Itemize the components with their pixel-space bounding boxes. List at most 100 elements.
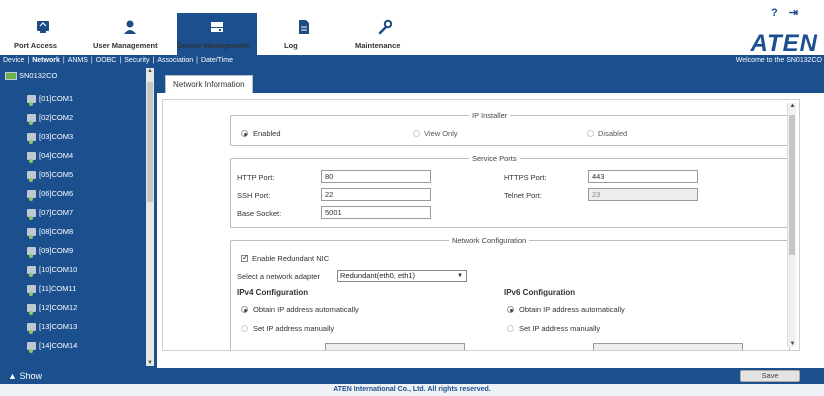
sidebar-item-com8[interactable]: [08]COM8 (27, 226, 73, 240)
ipv4-manual-radio[interactable] (241, 325, 248, 332)
enable-redundant-nic-checkbox[interactable] (241, 253, 249, 262)
network-adapter-select[interactable]: Redundant(eth0, eth1) ▼ (337, 270, 467, 282)
sidebar-item-label: [11]COM11 (39, 284, 77, 293)
main-content: Network Information IP Installer Enabled… (157, 66, 824, 368)
save-button[interactable]: Save (740, 370, 800, 382)
content-scroll-thumb[interactable] (789, 115, 795, 255)
sidebar-item-label: [13]COM13 (39, 322, 78, 331)
sidebar-item-com6[interactable]: [06]COM6 (27, 188, 73, 202)
ip-installer-disabled-label: Disabled (598, 129, 628, 138)
sidebar-item-com4[interactable]: [04]COM4 (27, 150, 73, 164)
ip-installer-enabled-label: Enabled (253, 129, 281, 138)
serial-port-icon (27, 228, 36, 240)
serial-port-icon (27, 133, 36, 145)
subnav-oobc[interactable]: OOBC (96, 57, 117, 64)
ipv6-auto-radio[interactable] (507, 306, 514, 313)
network-configuration-title: Network Configuration (452, 236, 527, 245)
sidebar-item-label: [01]COM1 (39, 94, 74, 103)
sidebar-item-com11[interactable]: [11]COM11 (27, 283, 77, 297)
sidebar-item-com7[interactable]: [07]COM7 (27, 207, 74, 221)
nav-tab-label: Device Management (177, 41, 250, 50)
top-navigation-bar: Port Access User Management Device Manag… (0, 0, 824, 57)
base-socket-input[interactable]: 5001 (321, 206, 431, 219)
serial-port-icon (27, 152, 36, 164)
ipv6-configuration-title: IPv6 Configuration (504, 288, 576, 297)
sidebar-scrollbar[interactable]: ▲ ▼ (146, 68, 154, 366)
sidebar-item-com5[interactable]: [05]COM5 (27, 169, 74, 183)
sidebar-item-com13[interactable]: [13]COM13 (27, 321, 78, 335)
sidebar-item-com9[interactable]: [09]COM9 (27, 245, 74, 259)
nav-tab-maintenance[interactable]: Maintenance (355, 13, 415, 55)
base-socket-label: Base Socket: (237, 209, 282, 218)
ipv6-auto-label: Obtain IP address automatically (519, 305, 625, 314)
ipv4-configuration-title: IPv4 Configuration (237, 288, 309, 297)
nav-tab-user-management[interactable]: User Management (93, 13, 167, 55)
sidebar-item-label: [12]COM12 (39, 303, 78, 312)
subnav-association[interactable]: Association (157, 57, 193, 64)
sidebar-item-com2[interactable]: [02]COM2 (27, 112, 73, 126)
device-icon (211, 22, 223, 32)
serial-port-icon (27, 304, 36, 316)
nav-tab-label: User Management (93, 41, 158, 50)
scroll-up-arrow-icon[interactable]: ▲ (788, 103, 797, 109)
serial-port-icon (27, 190, 36, 202)
ipv6-address-input[interactable] (593, 343, 743, 350)
nav-tab-label: Port Access (14, 41, 58, 50)
sidebar-item-label: [05]COM5 (39, 170, 74, 179)
ssh-port-input[interactable]: 22 (321, 188, 431, 201)
ip-installer-view-only-radio[interactable] (413, 130, 420, 137)
ip-installer-enabled-radio[interactable] (241, 130, 248, 137)
ssh-port-label: SSH Port: (237, 191, 271, 200)
nav-tab-port-access[interactable]: Port Access (14, 13, 72, 55)
sidebar-item-com3[interactable]: [03]COM3 (27, 131, 74, 145)
tab-network-information[interactable]: Network Information (165, 75, 253, 93)
top-right-icons: ? ⇥ (763, 6, 798, 19)
nav-tab-device-management[interactable]: Device Management (177, 13, 257, 55)
subnav-network[interactable]: Network (32, 57, 60, 64)
network-adapter-label: Select a network adapter (237, 272, 320, 281)
wrench-icon (378, 19, 393, 35)
content-scrollbar[interactable]: ▲ ▼ (787, 103, 796, 347)
serial-port-icon (27, 247, 36, 259)
sidebar-item-com14[interactable]: [14]COM14 (27, 340, 78, 354)
footer-copyright: ATEN International Co., Ltd. All rights … (0, 384, 824, 396)
telnet-port-input[interactable]: 23 (588, 188, 698, 201)
ipv6-manual-label: Set IP address manually (519, 324, 601, 333)
subnav-anms[interactable]: ANMS (68, 57, 88, 64)
ipv4-auto-label: Obtain IP address automatically (253, 305, 359, 314)
service-ports-title: Service Ports (472, 154, 517, 163)
logout-icon[interactable]: ⇥ (789, 7, 798, 19)
https-port-input[interactable]: 443 (588, 170, 698, 183)
subnav-date-time[interactable]: Date/Time (201, 57, 233, 64)
nav-tab-log[interactable]: Log (284, 13, 324, 55)
log-icon (299, 20, 309, 34)
sidebar-item-label: [03]COM3 (39, 132, 74, 141)
sidebar-item-com12[interactable]: [12]COM12 (27, 302, 78, 316)
sidebar-item-label: [07]COM7 (39, 208, 74, 217)
sidebar-root-label: SN0132CO (19, 71, 58, 80)
scroll-down-arrow-icon[interactable]: ▼ (146, 360, 154, 366)
ipv4-manual-label: Set IP address manually (253, 324, 335, 333)
show-toggle[interactable]: ▲ Show (0, 368, 157, 384)
help-icon[interactable]: ? (771, 7, 778, 19)
sidebar-item-com1[interactable]: [01]COM1 (27, 93, 74, 107)
ipv6-manual-radio[interactable] (507, 325, 514, 332)
subnav-device[interactable]: Device (3, 57, 24, 64)
sidebar-root-device[interactable]: SN0132CO (5, 71, 58, 81)
telnet-port-label: Telnet Port: (504, 191, 542, 200)
sidebar-item-com10[interactable]: [10]COM10 (27, 264, 77, 278)
sidebar-item-label: [14]COM14 (39, 341, 78, 350)
scroll-down-arrow-icon[interactable]: ▼ (788, 341, 797, 347)
show-label: Show (19, 371, 42, 381)
sidebar-item-label: [09]COM9 (39, 246, 74, 255)
http-port-input[interactable]: 80 (321, 170, 431, 183)
ipv4-address-input[interactable] (325, 343, 465, 350)
serial-port-icon (27, 285, 36, 297)
subnav-security[interactable]: Security (124, 57, 149, 64)
scroll-up-arrow-icon[interactable]: ▲ (146, 68, 154, 74)
serial-port-icon (27, 95, 36, 107)
sidebar-scroll-thumb[interactable] (147, 82, 153, 202)
http-port-label: HTTP Port: (237, 173, 275, 182)
ip-installer-disabled-radio[interactable] (587, 130, 594, 137)
ipv4-auto-radio[interactable] (241, 306, 248, 313)
